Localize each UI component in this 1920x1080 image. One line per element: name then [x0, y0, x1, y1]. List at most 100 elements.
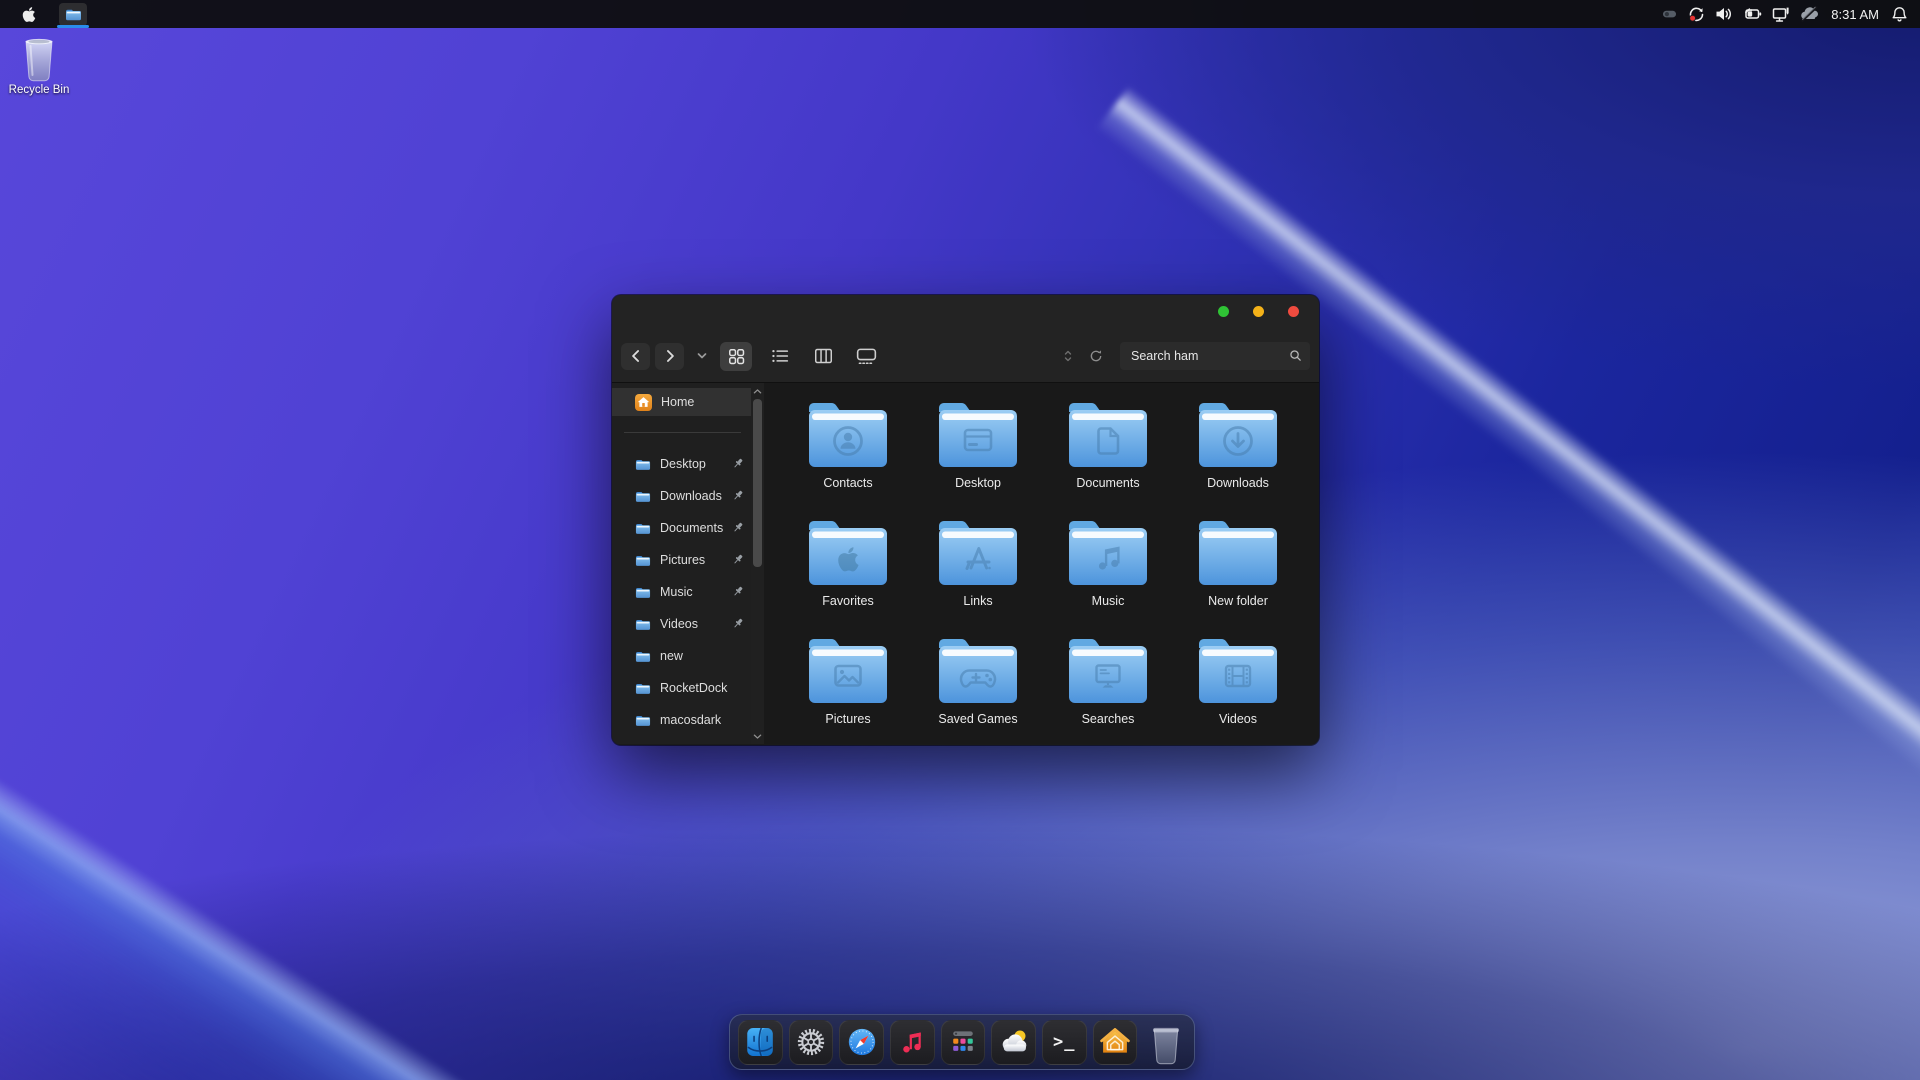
dock-safari-icon[interactable]	[839, 1019, 884, 1065]
traffic-lights	[1218, 306, 1299, 317]
sidebar-item-macosdark[interactable]: macosdark	[612, 704, 751, 736]
window-header	[612, 295, 1319, 383]
sidebar-item-desktop[interactable]: Desktop	[612, 448, 751, 480]
desktop-screen: 8:31 AM Recycle Bin Search ham Home Desk…	[0, 0, 1920, 1080]
dock-weather-icon[interactable]	[991, 1019, 1036, 1065]
pin-icon	[732, 553, 744, 571]
folder-saved-games[interactable]: Saved Games	[913, 635, 1043, 745]
folder-downloads[interactable]: Downloads	[1173, 399, 1303, 517]
folder-icon	[635, 715, 651, 726]
recent-locations-button[interactable]	[695, 349, 709, 363]
dock: >_	[729, 1014, 1195, 1070]
search-icon[interactable]	[1288, 348, 1303, 363]
recycle-bin-label: Recycle Bin	[8, 84, 70, 96]
columns-view-icon	[814, 348, 832, 364]
folder-documents[interactable]: Documents	[1043, 399, 1173, 517]
refresh-icon	[1090, 350, 1102, 362]
traffic-light-yellow[interactable]	[1253, 306, 1264, 317]
folder-desktop[interactable]: Desktop	[913, 399, 1043, 517]
volume-icon[interactable]	[1715, 0, 1733, 28]
sidebar-item-rocketdock[interactable]: RocketDock	[612, 672, 751, 704]
traffic-light-green[interactable]	[1218, 306, 1229, 317]
sidebar-scrollbar[interactable]	[751, 383, 764, 744]
content-view-icon	[856, 348, 876, 365]
folder-icon	[635, 555, 651, 566]
apple-icon	[22, 6, 36, 22]
folder-icon	[635, 459, 651, 470]
window-body: Home Desktop Downloads Documents Picture…	[612, 383, 1319, 744]
folder-icon	[635, 523, 651, 534]
folder-grid: Contacts Desktop Documents Downloads Fav…	[783, 399, 1319, 745]
sidebar-item-home[interactable]: Home	[612, 388, 751, 416]
sidebar-item-pictures[interactable]: Pictures	[612, 544, 751, 576]
notifications-bell-icon[interactable]	[1891, 0, 1908, 28]
back-button[interactable]	[621, 342, 650, 370]
home-icon	[635, 393, 652, 411]
toolbar-splitter-icon[interactable]	[1062, 348, 1074, 364]
view-content-button[interactable]	[851, 346, 881, 366]
folder-contacts[interactable]: Contacts	[783, 399, 913, 517]
view-columns-button[interactable]	[808, 347, 838, 365]
dock-launchpad-icon[interactable]	[940, 1019, 986, 1065]
view-grid-button[interactable]	[720, 341, 752, 371]
taskbar-item-file-explorer[interactable]	[57, 0, 89, 28]
dock-terminal-icon[interactable]: >_	[1041, 1019, 1087, 1065]
dock-trash-icon[interactable]	[1146, 1017, 1186, 1067]
folder-links[interactable]: Links	[913, 517, 1043, 635]
hidden-items-pill-icon[interactable]	[1662, 0, 1678, 28]
scrollbar-thumb[interactable]	[753, 399, 762, 567]
file-explorer-window: Home Desktop Downloads Documents	[612, 295, 1319, 745]
terminal-prompt-glyph: >_	[1053, 1032, 1076, 1052]
sidebar-item-documents[interactable]: Documents	[612, 512, 751, 544]
dock-finder-icon[interactable]	[738, 1019, 783, 1065]
folder-icon	[65, 9, 81, 20]
display-pen-icon[interactable]	[1772, 0, 1790, 28]
onedrive-disabled-icon[interactable]	[1800, 0, 1819, 28]
sidebar-item-label: Home	[661, 395, 695, 409]
sidebar: Home Desktop Downloads Documents Picture…	[612, 383, 751, 744]
scroll-up-icon[interactable]	[751, 385, 764, 397]
list-view-icon	[772, 349, 789, 363]
dock-home-icon[interactable]	[1092, 1019, 1138, 1065]
refresh-button[interactable]	[1088, 348, 1104, 364]
dock-system-settings-icon[interactable]	[788, 1019, 834, 1065]
active-app-indicator	[57, 25, 89, 28]
search-box	[1120, 342, 1319, 370]
battery-charging-icon[interactable]	[1743, 0, 1762, 28]
clock[interactable]: 8:31 AM	[1829, 7, 1881, 22]
wallpaper-light-band	[0, 690, 575, 1080]
folder-new-folder[interactable]: New folder	[1173, 517, 1303, 635]
folder-icon	[635, 491, 651, 502]
pin-icon	[732, 521, 744, 539]
scroll-down-icon[interactable]	[751, 730, 764, 742]
recycle-bin[interactable]: Recycle Bin	[8, 36, 70, 96]
recycle-bin-icon	[25, 38, 53, 82]
pin-icon	[732, 457, 744, 475]
folder-icon	[635, 683, 651, 694]
wallpaper-light-streak	[0, 560, 705, 1080]
toolbar	[621, 341, 1319, 371]
folder-content-area: Contacts Desktop Documents Downloads Fav…	[764, 383, 1319, 744]
sidebar-divider	[624, 432, 741, 433]
folder-favorites[interactable]: Favorites	[783, 517, 913, 635]
traffic-light-red[interactable]	[1288, 306, 1299, 317]
folder-icon	[635, 587, 651, 598]
folder-pictures[interactable]: Pictures	[783, 635, 913, 745]
forward-button[interactable]	[655, 342, 684, 370]
folder-videos[interactable]: Videos	[1173, 635, 1303, 745]
pin-icon	[732, 617, 744, 635]
pin-icon	[732, 489, 744, 507]
sidebar-item-music[interactable]: Music	[612, 576, 751, 608]
sidebar-item-videos[interactable]: Videos	[612, 608, 751, 640]
sync-alert-icon[interactable]	[1688, 0, 1705, 28]
folder-searches[interactable]: Searches	[1043, 635, 1173, 745]
sidebar-item-new[interactable]: new	[612, 640, 751, 672]
apple-menu-button[interactable]	[14, 0, 44, 28]
view-list-button[interactable]	[765, 347, 795, 365]
folder-icon	[635, 619, 651, 630]
dock-music-icon[interactable]	[889, 1019, 935, 1065]
folder-music[interactable]: Music	[1043, 517, 1173, 635]
sidebar-item-downloads[interactable]: Downloads	[612, 480, 751, 512]
chevron-down-icon	[697, 353, 707, 359]
chevron-left-icon	[631, 350, 639, 362]
